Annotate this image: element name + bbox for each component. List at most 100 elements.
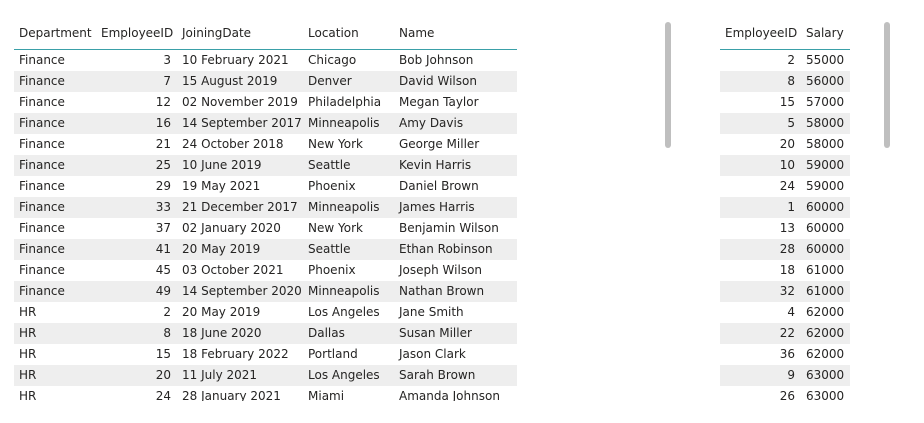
cell-location: New York [308,221,363,235]
table-row[interactable]: 36 62000 [720,344,850,365]
table-row[interactable]: 24 59000 [720,176,850,197]
cell-department: HR [19,368,37,382]
cell-joiningdate: 10 February 2021 [182,53,289,67]
table-row[interactable]: 5 58000 [720,113,850,134]
cell-joiningdate: 14 September 2020 [182,284,302,298]
table-row[interactable]: HR 20 11 July 2021 Los Angeles Sarah Brown [14,365,517,386]
cell-employeeid: 20 [779,137,795,151]
cell-department: Finance [19,200,65,214]
table-row[interactable]: 2 55000 [720,50,850,71]
cell-location: Portland [308,347,358,361]
table-row[interactable]: 32 61000 [720,281,850,302]
column-header-name[interactable]: Name [399,26,434,40]
cell-employeeid: 20 [155,368,171,382]
cell-salary: 57000 [806,95,845,109]
column-header-employeeid[interactable]: EmployeeID [101,26,173,40]
column-header-location[interactable]: Location [308,26,359,40]
cell-department: Finance [19,263,65,277]
cell-name: Jason Clark [399,347,466,361]
cell-location: Los Angeles [308,368,380,382]
table-row[interactable]: Finance 37 02 January 2020 New York Benjamin… [14,218,517,239]
table-row[interactable]: Finance 41 20 May 2019 Seattle Ethan Robinso… [14,239,517,260]
cell-employeeid: 21 [155,137,171,151]
cell-joiningdate: 21 December 2017 [182,200,298,214]
cell-name: Sarah Brown [399,368,476,382]
table-row[interactable]: Finance 45 03 October 2021 Phoenix Joseph Wi… [14,260,517,281]
cell-employeeid: 1 [787,200,795,214]
cell-employeeid: 28 [779,242,795,256]
cell-location: Philadelphia [308,95,382,109]
salaries-table-body: 2 55000 8 56000 15 57000 5 58000 20 58000 10 59000 2… [720,50,850,401]
cell-location: Phoenix [308,263,356,277]
cell-name: Kevin Harris [399,158,472,172]
column-header-joiningdate[interactable]: JoiningDate [182,26,251,40]
cell-name: Amanda Johnson [399,389,500,401]
cell-joiningdate: 18 June 2020 [182,326,262,340]
table-row[interactable]: 4 62000 [720,302,850,323]
cell-employeeid: 36 [779,347,795,361]
column-header-department[interactable]: Department [19,26,92,40]
column-header-salary[interactable]: Salary [806,26,844,40]
cell-name: Daniel Brown [399,179,479,193]
cell-employeeid: 32 [779,284,795,298]
cell-joiningdate: 03 October 2021 [182,263,284,277]
cell-employeeid: 10 [779,158,795,172]
cell-salary: 60000 [806,242,845,256]
cell-employeeid: 4 [787,305,795,319]
cell-joiningdate: 20 May 2019 [182,305,261,319]
cell-name: Megan Taylor [399,95,479,109]
cell-salary: 59000 [806,158,845,172]
table-row[interactable]: HR 2 20 May 2019 Los Angeles Jane Smith [14,302,517,323]
table-row[interactable]: Finance 49 14 September 2020 Minneapolis Nat… [14,281,517,302]
table-row[interactable]: Finance 16 14 September 2017 Minneapolis Amy… [14,113,517,134]
cell-name: Bob Johnson [399,53,474,67]
table-row[interactable]: 9 63000 [720,365,850,386]
table-row[interactable]: HR 15 18 February 2022 Portland Jason Clark [14,344,517,365]
cell-location: Minneapolis [308,200,380,214]
cell-location: Dallas [308,326,345,340]
table-row[interactable]: Finance 12 02 November 2019 Philadelphia Meg… [14,92,517,113]
table-row[interactable]: 20 58000 [720,134,850,155]
table-row[interactable]: Finance 33 21 December 2017 Minneapolis Jame… [14,197,517,218]
cell-location: New York [308,137,363,151]
cell-department: Finance [19,221,65,235]
cell-department: HR [19,305,37,319]
table-row[interactable]: 8 56000 [720,71,850,92]
column-header-employeeid[interactable]: EmployeeID [725,26,797,40]
table-row[interactable]: Finance 3 10 February 2021 Chicago Bob Johns… [14,50,517,71]
cell-name: George Miller [399,137,480,151]
employees-table-scrollbar[interactable] [665,22,671,148]
cell-salary: 58000 [806,137,845,151]
cell-name: Susan Miller [399,326,472,340]
table-row[interactable]: Finance 21 24 October 2018 New York George M… [14,134,517,155]
salaries-table-scrollbar[interactable] [884,22,890,148]
salaries-table-header: EmployeeID Salary [720,20,850,50]
cell-employeeid: 2 [787,53,795,67]
cell-department: Finance [19,284,65,298]
table-row[interactable]: 28 60000 [720,239,850,260]
table-row[interactable]: 13 60000 [720,218,850,239]
cell-employeeid: 7 [163,74,171,88]
cell-salary: 63000 [806,389,845,401]
table-row[interactable]: 1 60000 [720,197,850,218]
table-row[interactable]: Finance 25 10 June 2019 Seattle Kevin Harris [14,155,517,176]
table-row[interactable]: 22 62000 [720,323,850,344]
cell-name: Jane Smith [399,305,464,319]
cell-department: HR [19,326,37,340]
cell-department: Finance [19,74,65,88]
table-row[interactable]: 26 63000 [720,386,850,401]
table-row[interactable]: 18 61000 [720,260,850,281]
cell-department: HR [19,389,37,401]
cell-employeeid: 15 [779,95,795,109]
table-row[interactable]: 10 59000 [720,155,850,176]
table-row[interactable]: HR 24 28 January 2021 Miami Amanda Johnson [14,386,517,401]
table-row[interactable]: 15 57000 [720,92,850,113]
cell-joiningdate: 11 July 2021 [182,368,258,382]
table-row[interactable]: HR 8 18 June 2020 Dallas Susan Miller [14,323,517,344]
employees-table-header: Department EmployeeID JoiningDate Locati… [14,20,517,50]
table-row[interactable]: Finance 29 19 May 2021 Phoenix Daniel Brown [14,176,517,197]
salaries-table: EmployeeID Salary 2 55000 8 56000 15 57000 5 58… [720,20,850,401]
cell-location: Chicago [308,53,357,67]
table-row[interactable]: Finance 7 15 August 2019 Denver David Wilson [14,71,517,92]
cell-employeeid: 49 [155,284,171,298]
